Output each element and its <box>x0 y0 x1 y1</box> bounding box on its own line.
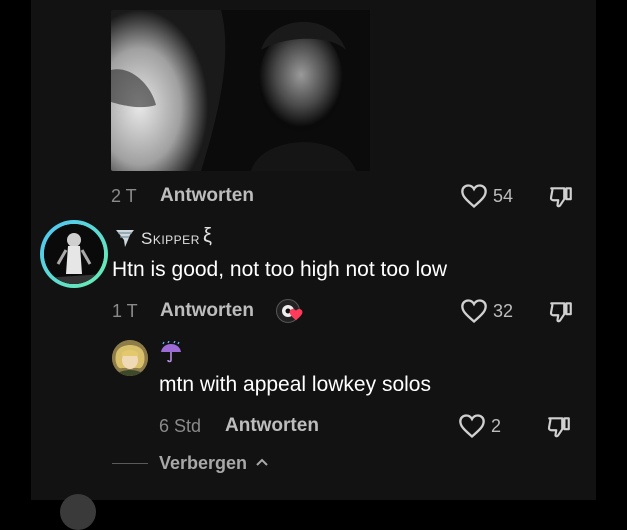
reply-avatar[interactable] <box>112 340 148 376</box>
avatar-image <box>44 224 104 284</box>
chevron-up-icon[interactable] <box>255 456 269 468</box>
avatar-ring[interactable] <box>40 220 108 288</box>
heart-outline-icon[interactable] <box>458 413 486 439</box>
heart-outline-icon[interactable] <box>460 298 488 324</box>
thumbs-down-icon[interactable] <box>548 299 574 325</box>
reply-button[interactable]: Antworten <box>160 300 254 322</box>
reply-text: mtn with appeal lowkey solos <box>159 373 431 396</box>
comment-time: 1 T <box>112 301 138 321</box>
thumbs-down-icon[interactable] <box>548 184 574 210</box>
reply-avatar-image <box>112 340 148 376</box>
like-count: 32 <box>493 301 514 321</box>
thumbs-down-icon[interactable] <box>546 414 572 440</box>
reply-time: 6 Std <box>159 416 202 436</box>
comment-image[interactable] <box>111 10 370 171</box>
tornado-icon <box>116 230 134 247</box>
reply-button[interactable]: Antworten <box>225 415 319 437</box>
like-count: 54 <box>493 186 514 206</box>
comment-text: Htn is good, not too high not too low <box>112 258 448 281</box>
avatar <box>44 224 104 284</box>
like-count: 2 <box>491 416 502 436</box>
reply-button[interactable]: Antworten <box>160 185 254 207</box>
heart-icon <box>289 308 303 321</box>
comment-time: 2 T <box>111 186 137 206</box>
creator-liked-badge <box>276 299 304 323</box>
comment-username[interactable]: Skipper <box>141 229 200 249</box>
username-suffix: ξ <box>203 225 212 247</box>
heart-outline-icon[interactable] <box>460 183 488 209</box>
next-comment-avatar[interactable] <box>60 494 96 530</box>
image-content <box>111 10 370 171</box>
umbrella-rain-icon <box>161 341 181 363</box>
hide-replies-divider <box>112 463 148 464</box>
hide-replies-button[interactable]: Verbergen <box>159 453 247 474</box>
